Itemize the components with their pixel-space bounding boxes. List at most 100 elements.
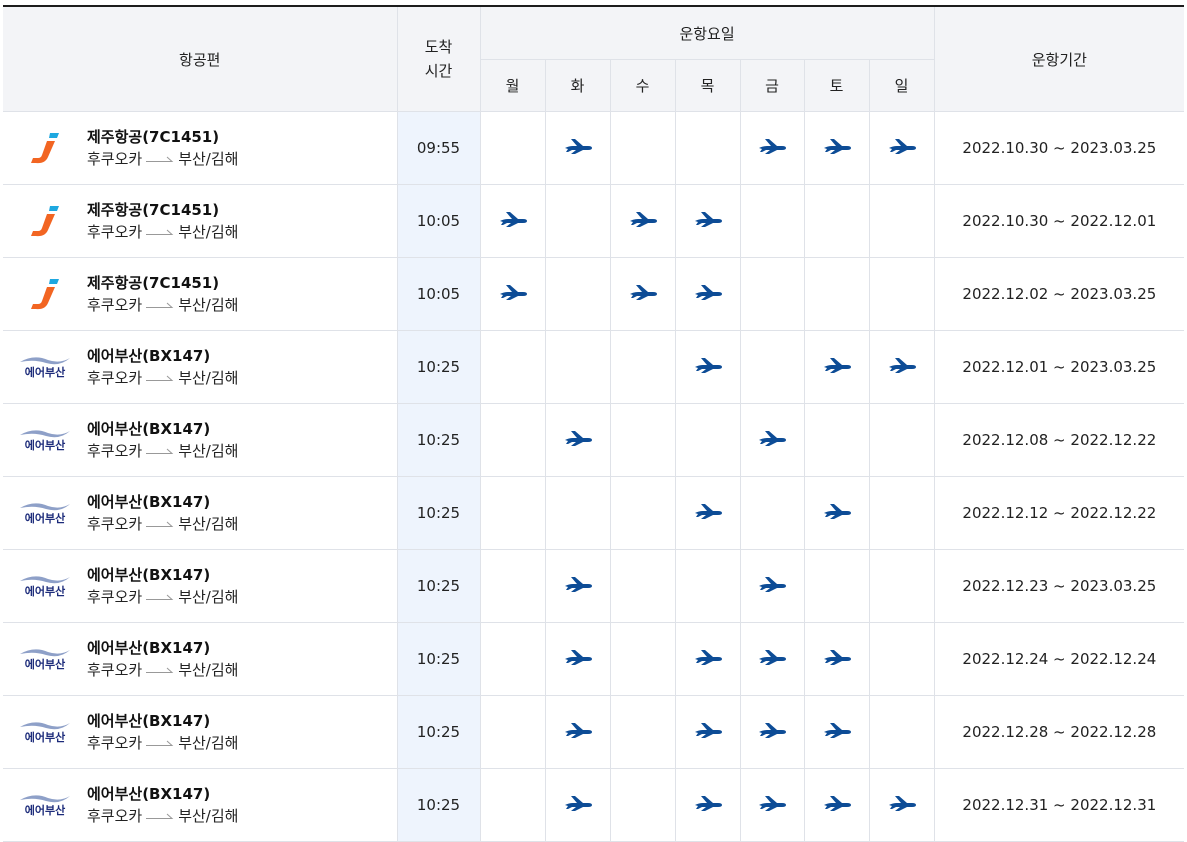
flight-cell: 제주항공(7C1451)후쿠오카부산/김해 bbox=[3, 112, 397, 185]
arrival-time: 10:05 bbox=[397, 258, 480, 331]
table-row: 제주항공(7C1451)후쿠오카부산/김해10:05 2022.10.30 ~ … bbox=[3, 185, 1184, 258]
airbusan-logo: 에어부산 bbox=[18, 792, 72, 818]
day-cell-1 bbox=[545, 696, 610, 769]
day-cell-2 bbox=[610, 696, 675, 769]
day-cell-0 bbox=[480, 769, 545, 842]
day-cell-4 bbox=[740, 477, 804, 550]
arrival-time: 10:25 bbox=[397, 550, 480, 623]
airline-name: 에어부산(BX147) bbox=[87, 637, 238, 659]
day-cell-3 bbox=[675, 477, 740, 550]
plane-icon bbox=[757, 794, 787, 812]
day-cell-5 bbox=[804, 550, 869, 623]
table-row: 에어부산 에어부산(BX147)후쿠오카부산/김해10:25 2022.12.2… bbox=[3, 623, 1184, 696]
operating-period: 2022.12.31 ~ 2022.12.31 bbox=[934, 769, 1184, 842]
airbusan-logo: 에어부산 bbox=[18, 646, 72, 672]
day-cell-2 bbox=[610, 331, 675, 404]
operating-period: 2022.12.23 ~ 2023.03.25 bbox=[934, 550, 1184, 623]
header-day-2: 수 bbox=[610, 60, 675, 112]
route-origin: 후쿠오카 bbox=[87, 367, 142, 390]
route-arrow-icon bbox=[146, 155, 174, 163]
header-day-1: 화 bbox=[545, 60, 610, 112]
day-cell-2 bbox=[610, 550, 675, 623]
plane-icon bbox=[498, 210, 528, 228]
airline-name: 제주항공(7C1451) bbox=[87, 272, 238, 294]
day-cell-4 bbox=[740, 550, 804, 623]
operating-period: 2022.12.28 ~ 2022.12.28 bbox=[934, 696, 1184, 769]
day-cell-4 bbox=[740, 696, 804, 769]
table-row: 에어부산 에어부산(BX147)후쿠오카부산/김해10:25 2022.12.2… bbox=[3, 550, 1184, 623]
day-cell-0 bbox=[480, 623, 545, 696]
route-destination: 부산/김해 bbox=[178, 440, 238, 463]
route-origin: 후쿠오카 bbox=[87, 221, 142, 244]
plane-icon bbox=[822, 648, 852, 666]
operating-period: 2022.12.12 ~ 2022.12.22 bbox=[934, 477, 1184, 550]
day-cell-0 bbox=[480, 696, 545, 769]
route: 후쿠오카부산/김해 bbox=[87, 148, 238, 171]
table-row: 제주항공(7C1451)후쿠오카부산/김해10:05 2022.12.02 ~ … bbox=[3, 258, 1184, 331]
arrival-time: 10:05 bbox=[397, 185, 480, 258]
table-row: 제주항공(7C1451)후쿠오카부산/김해09:55 2022.10.30 ~ … bbox=[3, 112, 1184, 185]
plane-icon bbox=[628, 210, 658, 228]
header-arrival-time-label: 도착 시간 bbox=[425, 35, 453, 83]
arrival-time: 10:25 bbox=[397, 477, 480, 550]
header-day-3: 목 bbox=[675, 60, 740, 112]
header-day-4: 금 bbox=[740, 60, 804, 112]
operating-period: 2022.10.30 ~ 2023.03.25 bbox=[934, 112, 1184, 185]
plane-icon bbox=[563, 794, 593, 812]
plane-icon bbox=[887, 356, 917, 374]
day-cell-0 bbox=[480, 331, 545, 404]
header-day-5: 토 bbox=[804, 60, 869, 112]
airbusan-logo-text: 에어부산 bbox=[25, 657, 65, 671]
route-arrow-icon bbox=[146, 447, 174, 455]
plane-icon bbox=[822, 356, 852, 374]
route-destination: 부산/김해 bbox=[178, 221, 238, 244]
day-cell-3 bbox=[675, 623, 740, 696]
day-cell-4 bbox=[740, 769, 804, 842]
plane-icon bbox=[693, 210, 723, 228]
route-origin: 후쿠오카 bbox=[87, 440, 142, 463]
day-cell-6 bbox=[869, 112, 934, 185]
plane-icon bbox=[757, 575, 787, 593]
day-cell-5 bbox=[804, 112, 869, 185]
arrival-time: 10:25 bbox=[397, 769, 480, 842]
plane-icon bbox=[693, 794, 723, 812]
day-cell-1 bbox=[545, 185, 610, 258]
route-destination: 부산/김해 bbox=[178, 513, 238, 536]
plane-icon bbox=[693, 648, 723, 666]
plane-icon bbox=[822, 137, 852, 155]
day-cell-3 bbox=[675, 112, 740, 185]
plane-icon bbox=[822, 502, 852, 520]
airbusan-logo-text: 에어부산 bbox=[25, 511, 65, 525]
day-cell-0 bbox=[480, 404, 545, 477]
day-cell-3 bbox=[675, 331, 740, 404]
day-cell-6 bbox=[869, 404, 934, 477]
route-destination: 부산/김해 bbox=[178, 805, 238, 828]
route-destination: 부산/김해 bbox=[178, 294, 238, 317]
day-cell-6 bbox=[869, 258, 934, 331]
route: 후쿠오카부산/김해 bbox=[87, 732, 238, 755]
jejuair-logo bbox=[28, 131, 62, 165]
day-cell-4 bbox=[740, 331, 804, 404]
route-destination: 부산/김해 bbox=[178, 732, 238, 755]
day-cell-0 bbox=[480, 477, 545, 550]
day-cell-2 bbox=[610, 477, 675, 550]
plane-icon bbox=[498, 283, 528, 301]
day-cell-2 bbox=[610, 258, 675, 331]
airline-name: 제주항공(7C1451) bbox=[87, 199, 238, 221]
table-row: 에어부산 에어부산(BX147)후쿠오카부산/김해10:25 2022.12.0… bbox=[3, 404, 1184, 477]
airline-name: 에어부산(BX147) bbox=[87, 564, 238, 586]
day-cell-1 bbox=[545, 623, 610, 696]
day-cell-4 bbox=[740, 112, 804, 185]
day-cell-5 bbox=[804, 258, 869, 331]
day-cell-2 bbox=[610, 112, 675, 185]
day-cell-1 bbox=[545, 331, 610, 404]
day-cell-6 bbox=[869, 550, 934, 623]
route: 후쿠오카부산/김해 bbox=[87, 659, 238, 682]
flight-cell: 에어부산 에어부산(BX147)후쿠오카부산/김해 bbox=[3, 404, 397, 477]
table-row: 에어부산 에어부산(BX147)후쿠오카부산/김해10:25 2022.12.1… bbox=[3, 477, 1184, 550]
route: 후쿠오카부산/김해 bbox=[87, 586, 238, 609]
day-cell-5 bbox=[804, 696, 869, 769]
header-operating-days: 운항요일 bbox=[480, 6, 934, 60]
plane-icon bbox=[563, 429, 593, 447]
plane-icon bbox=[757, 429, 787, 447]
